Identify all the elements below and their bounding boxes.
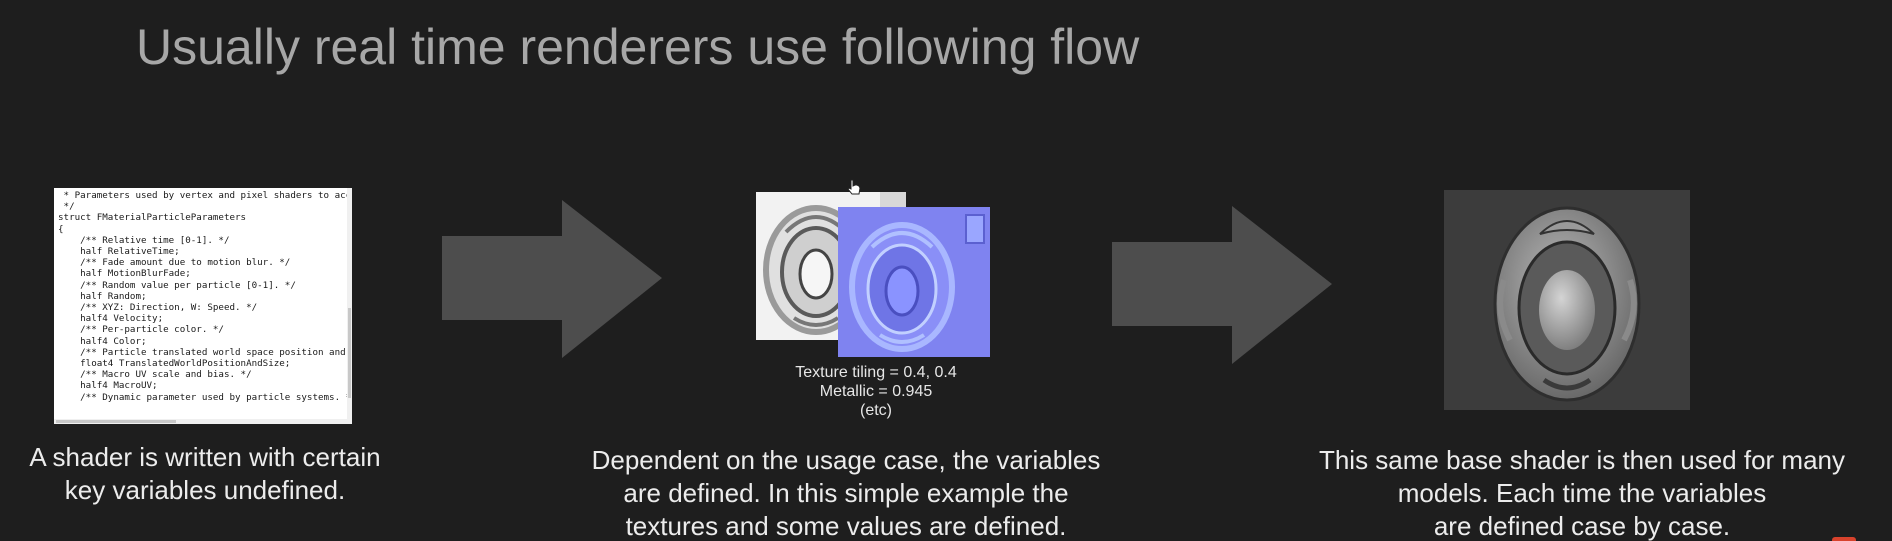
caption-line: key variables undefined. <box>64 475 346 505</box>
scrollbar-thumb[interactable] <box>348 308 351 398</box>
caption-line: are defined. In this simple example the <box>623 478 1069 508</box>
step2-caption: Dependent on the usage case, the variabl… <box>566 444 1126 541</box>
right-arrow-icon <box>1112 206 1332 364</box>
caption-line: Dependent on the usage case, the variabl… <box>591 445 1101 475</box>
code-line: /** Random value per particle [0-1]. */ <box>58 279 296 291</box>
texture-param-line: Texture tiling = 0.4, 0.4 <box>795 364 957 381</box>
code-line: /** Relative time [0-1]. */ <box>58 234 230 246</box>
code-line: /** Fade amount due to motion blur. */ <box>58 257 291 269</box>
caption-line: This same base shader is then used for m… <box>1318 445 1846 475</box>
code-line: half4 Velocity; <box>58 313 164 325</box>
vertical-scrollbar[interactable] <box>347 188 352 424</box>
step1-caption: A shader is written with certain key var… <box>0 441 410 507</box>
code-line: half4 Color; <box>58 335 147 347</box>
texture-param-line: (etc) <box>860 402 892 419</box>
code-line: half RelativeTime; <box>58 246 180 258</box>
caption-line: A shader is written with certain <box>29 442 381 472</box>
code-line: /** Dynamic parameter used by particle s… <box>58 391 352 403</box>
scrollbar-thumb[interactable] <box>56 420 176 423</box>
texture-param-line: Metallic = 0.945 <box>819 383 933 400</box>
code-line: float4 TranslatedWorldPositionAndSize; <box>58 358 291 370</box>
horizontal-scrollbar[interactable] <box>54 419 352 424</box>
code-line: half Random; <box>58 290 147 302</box>
slide-title: Usually real time renderers use followin… <box>136 19 1140 75</box>
shader-code-panel: * Parameters used by vertex and pixel sh… <box>54 188 352 424</box>
code-line: half4 MacroUV; <box>58 380 158 392</box>
caption-line: models. Each time the variables <box>1397 478 1767 508</box>
code-line: /** Particle translated world space posi… <box>58 346 352 358</box>
right-arrow-icon <box>442 200 662 358</box>
caption-line: are defined case by case. <box>1433 511 1731 541</box>
normal-map-texture <box>838 207 990 357</box>
caption-line: textures and some values are defined. <box>625 511 1067 541</box>
hand-cursor-icon <box>847 179 861 195</box>
code-line: half MotionBlurFade; <box>58 268 191 280</box>
code-line: struct FMaterialParticleParameters <box>58 212 247 224</box>
code-line: */ <box>58 201 75 213</box>
code-line: /** XYZ: Direction, W: Speed. */ <box>58 302 258 314</box>
step3-caption: This same base shader is then used for m… <box>1292 444 1872 541</box>
texture-parameters: Texture tiling = 0.4, 0.4 Metallic = 0.9… <box>756 363 996 420</box>
code-line: /** Macro UV scale and bias. */ <box>58 369 252 381</box>
code-line: /** Per-particle color. */ <box>58 324 224 336</box>
code-line: * Parameters used by vertex and pixel sh… <box>58 190 352 201</box>
pointer-mark <box>1832 537 1856 541</box>
rendered-model <box>1444 190 1690 410</box>
code-line: { <box>58 223 64 235</box>
